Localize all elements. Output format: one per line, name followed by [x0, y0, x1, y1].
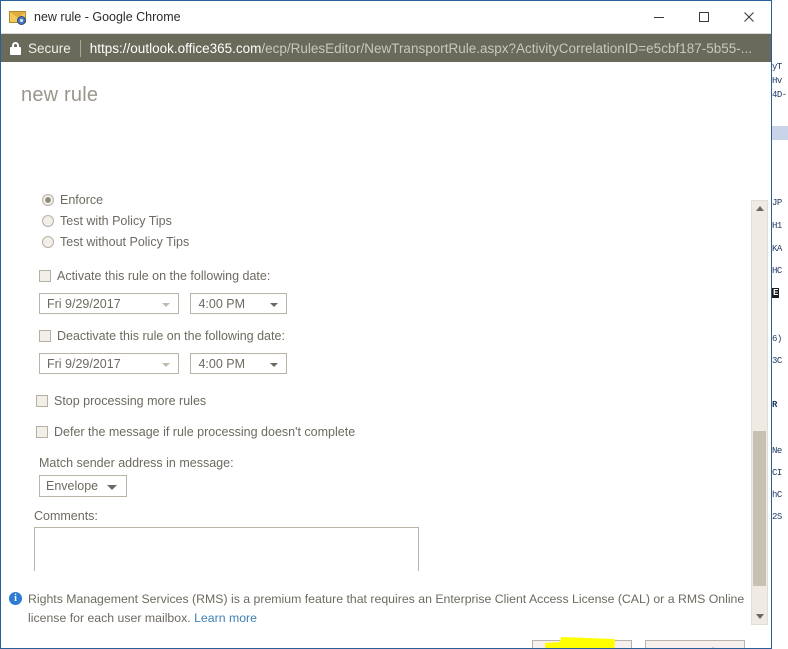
activate-rule-checkbox[interactable]: Activate this rule on the following date…	[39, 269, 270, 283]
checkbox-indicator[interactable]	[39, 270, 51, 282]
match-sender-select-wrap: Envelope	[39, 475, 127, 500]
maximize-icon[interactable]	[681, 1, 726, 32]
radio-label: Enforce	[60, 193, 104, 207]
activate-time-value: 4:00 PM	[198, 297, 246, 311]
bg-text-fragment: yT	[772, 62, 782, 72]
cancel-button[interactable]: Cancel	[645, 640, 745, 648]
bg-text-fragment: E	[772, 288, 779, 298]
radio-option-test-with-policy-tips[interactable]: Test with Policy Tips	[42, 214, 172, 228]
match-sender-value: Envelope	[46, 479, 99, 493]
bg-text-fragment: HC	[772, 266, 782, 276]
deactivate-rule-checkbox[interactable]: Deactivate this rule on the following da…	[39, 329, 285, 343]
close-icon[interactable]	[726, 1, 771, 32]
learn-more-link[interactable]: Learn more	[194, 611, 257, 625]
rms-notice: i Rights Management Services (RMS) is a …	[9, 590, 749, 628]
page-title: new rule	[21, 84, 99, 106]
security-label: Secure	[28, 40, 71, 56]
bg-text-fragment: 4D-	[772, 90, 787, 100]
radio-label: Test without Policy Tips	[60, 235, 190, 249]
radio-option-test-without-policy-tips[interactable]: Test without Policy Tips	[42, 235, 189, 249]
comments-label: Comments:	[34, 509, 98, 523]
chrome-window: new rule - Google Chrome Secure https://…	[0, 0, 772, 649]
chevron-down-icon	[107, 485, 117, 490]
comments-textarea[interactable]	[34, 527, 419, 571]
address-input[interactable]: https://outlook.office365.com/ecp/RulesE…	[90, 41, 752, 56]
stop-processing-checkbox[interactable]: Stop processing more rules	[36, 394, 206, 408]
deactivate-date-picker[interactable]: Fri 9/29/2017	[39, 353, 179, 374]
bg-text-fragment: 6)	[772, 334, 782, 344]
checkbox-label: Deactivate this rule on the following da…	[57, 329, 285, 343]
checkbox-label: Activate this rule on the following date…	[57, 269, 271, 283]
checkbox-indicator[interactable]	[39, 330, 51, 342]
info-icon: i	[9, 592, 22, 605]
window-controls	[636, 1, 771, 32]
rms-notice-body: Rights Management Services (RMS) is a pr…	[28, 592, 745, 625]
scroll-down-arrow-icon[interactable]	[752, 609, 767, 624]
rms-notice-text: Rights Management Services (RMS) is a pr…	[28, 590, 749, 628]
form-scroll-region: Enforce Test with Policy Tips Test witho…	[1, 131, 771, 571]
radio-label: Test with Policy Tips	[60, 214, 172, 228]
scroll-up-arrow-icon[interactable]	[752, 201, 767, 216]
activate-date-value: Fri 9/29/2017	[47, 297, 121, 311]
match-sender-select[interactable]: Envelope	[39, 475, 127, 497]
deactivate-time-value: 4:00 PM	[198, 357, 246, 371]
radio-indicator[interactable]	[42, 215, 54, 227]
form-scrollbar[interactable]	[751, 200, 768, 625]
activate-time-select[interactable]: 4:00 PM	[190, 293, 288, 314]
activate-datetime-row: Fri 9/29/2017 4:00 PM	[39, 293, 288, 314]
radio-indicator[interactable]	[42, 236, 54, 248]
title-bar[interactable]: new rule - Google Chrome	[1, 1, 771, 34]
minimize-icon[interactable]	[636, 1, 681, 32]
address-divider	[79, 39, 81, 57]
bg-text-fragment: JP	[772, 198, 782, 208]
activate-date-picker[interactable]: Fri 9/29/2017	[39, 293, 179, 314]
radio-option-enforce[interactable]: Enforce	[42, 193, 103, 207]
dialog-footer: Save Cancel	[532, 640, 745, 648]
url-host: https://outlook.office365.com	[89, 40, 262, 56]
scrollbar-thumb[interactable]	[753, 431, 766, 586]
bg-text-fragment: 3C	[772, 356, 782, 366]
bg-text-fragment: KA	[772, 244, 782, 254]
chevron-down-icon	[270, 303, 279, 307]
bg-text-fragment: CI	[772, 468, 782, 478]
checkbox-indicator[interactable]	[36, 395, 48, 407]
deactivate-date-value: Fri 9/29/2017	[47, 357, 121, 371]
chevron-down-icon	[270, 363, 279, 367]
bg-text-fragment: Ne	[772, 446, 782, 456]
mail-settings-icon	[9, 10, 27, 25]
bg-text-fragment: 2S	[772, 512, 782, 522]
match-sender-label: Match sender address in message:	[39, 456, 234, 470]
deactivate-time-select[interactable]: 4:00 PM	[190, 353, 288, 374]
bg-text-fragment: Hv	[772, 76, 782, 86]
checkbox-indicator[interactable]	[36, 426, 48, 438]
bg-text-fragment: R	[772, 400, 777, 410]
page-content: new rule Enforce Test with Policy Tips T…	[1, 62, 771, 648]
radio-indicator[interactable]	[42, 194, 54, 206]
url-path: /ecp/RulesEditor/NewTransportRule.aspx?A…	[261, 40, 752, 56]
chevron-down-icon	[162, 363, 170, 367]
checkbox-label: Stop processing more rules	[54, 394, 207, 408]
background-window[interactable]: yT Hv 4D- JP H1 KA HC E 6) 3C R Ne CI hC…	[770, 0, 788, 649]
screen-root: yT Hv 4D- JP H1 KA HC E 6) 3C R Ne CI hC…	[0, 0, 788, 649]
bg-text-fragment: H1	[772, 221, 782, 231]
window-title: new rule - Google Chrome	[34, 10, 181, 24]
deactivate-datetime-row: Fri 9/29/2017 4:00 PM	[39, 353, 288, 374]
lock-icon	[10, 41, 21, 55]
address-bar[interactable]: Secure https://outlook.office365.com/ecp…	[1, 34, 771, 62]
defer-message-checkbox[interactable]: Defer the message if rule processing doe…	[36, 425, 355, 439]
chevron-down-icon	[162, 303, 170, 307]
bg-text-fragment: hC	[772, 490, 782, 500]
save-button[interactable]: Save	[532, 640, 632, 648]
checkbox-label: Defer the message if rule processing doe…	[54, 425, 356, 439]
